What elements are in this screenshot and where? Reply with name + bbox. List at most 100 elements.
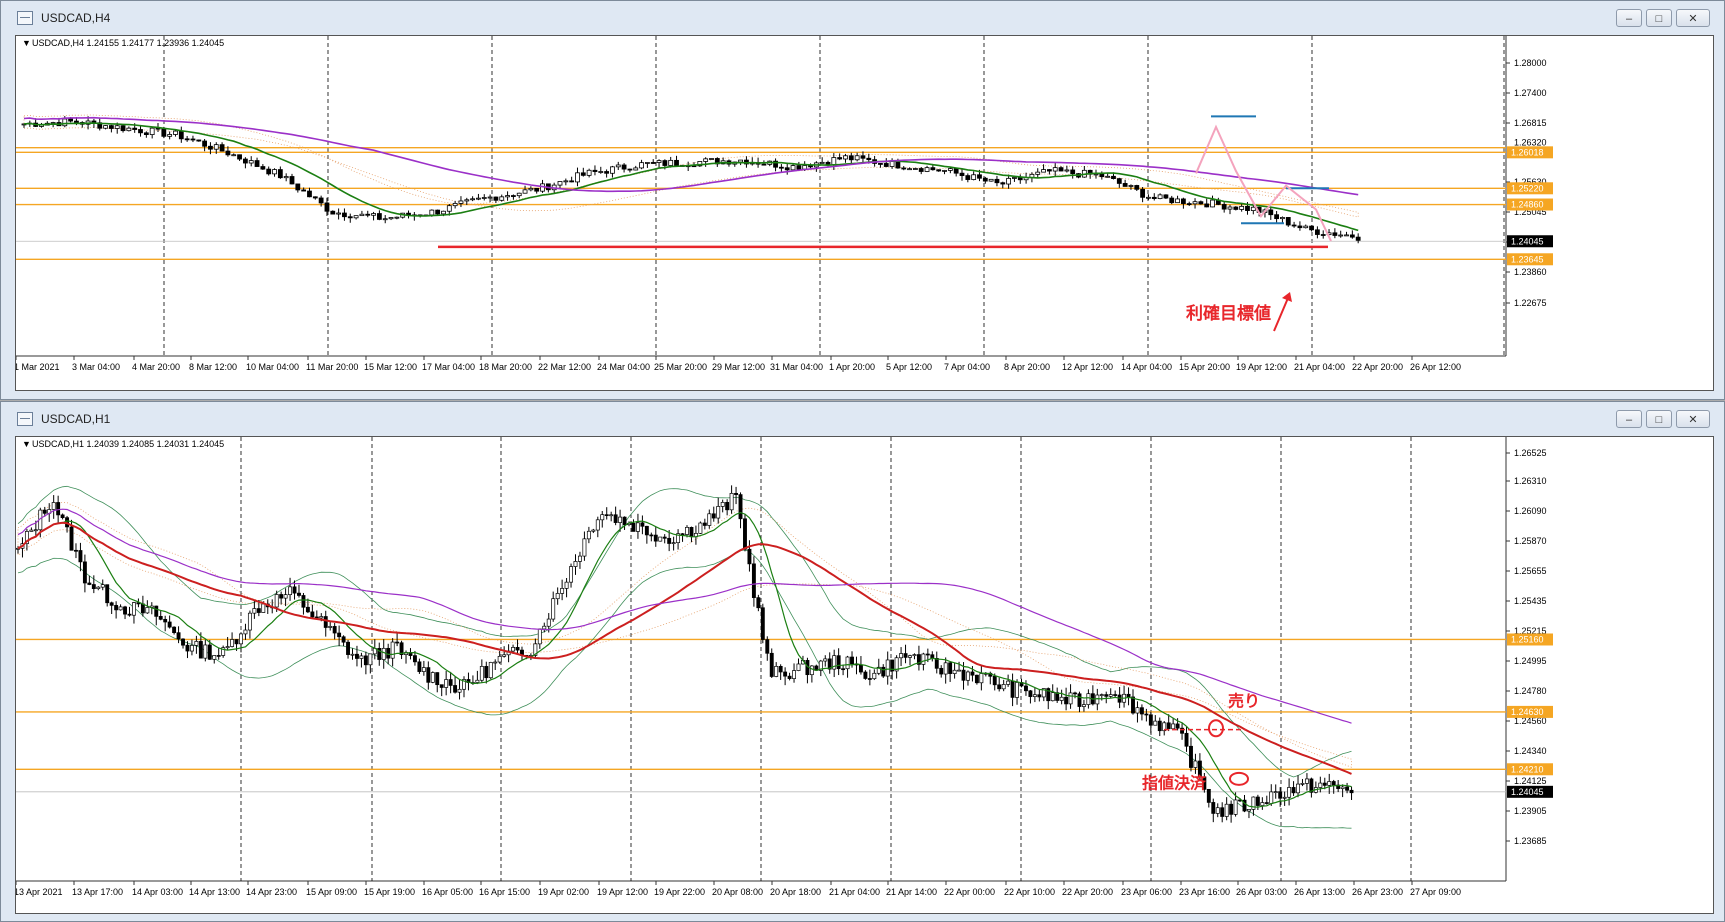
time-tick-label: 22 Apr 20:00 — [1062, 887, 1113, 897]
close-button[interactable]: ✕ — [1676, 410, 1710, 428]
candle-body — [942, 170, 947, 172]
candle-body — [51, 502, 56, 510]
time-tick-label: 12 Apr 12:00 — [1062, 362, 1113, 372]
candle-body — [1163, 194, 1169, 199]
price-chart-h1[interactable]: ▼ USDCAD,H1 1.24039 1.24085 1.24031 1.240… — [15, 436, 1714, 914]
candle-body — [60, 514, 65, 519]
time-tick-label: 20 Apr 08:00 — [712, 887, 763, 897]
candle-body — [78, 550, 83, 563]
time-tick-label: 21 Apr 04:00 — [829, 887, 880, 897]
candle-body — [522, 189, 528, 194]
chart-canvas[interactable]: ▼ USDCAD,H1 1.24039 1.24085 1.24031 1.240… — [16, 437, 1714, 914]
price-chart-h4[interactable]: ▼ USDCAD,H4 1.24155 1.24177 1.23936 1.240… — [15, 35, 1714, 391]
candle-body — [435, 209, 441, 215]
candle-body — [1247, 809, 1251, 812]
header-dropdown-icon: ▼ — [22, 439, 31, 449]
candle-body — [698, 522, 703, 534]
candle-body — [493, 661, 498, 664]
maximize-button[interactable]: □ — [1646, 410, 1672, 428]
candle-body — [242, 158, 248, 164]
price-tick-label: 1.23905 — [1514, 806, 1547, 816]
candle-body — [703, 158, 709, 162]
candle-body — [621, 164, 627, 170]
candle-body — [711, 513, 716, 519]
time-tick-label: 25 Mar 20:00 — [654, 362, 707, 372]
candle-body — [297, 592, 301, 596]
candle-body — [1220, 807, 1225, 817]
chart-window-h4[interactable]: USDCAD,H4 – □ ✕ ▼ USDCAD,H4 1.24155 1.241… — [0, 0, 1725, 400]
candle-body — [860, 155, 866, 159]
candle-body — [885, 659, 890, 677]
minimize-button[interactable]: – — [1616, 9, 1642, 27]
candle-body — [644, 525, 649, 536]
time-tick-label: 10 Mar 04:00 — [246, 362, 299, 372]
time-tick-label: 23 Apr 16:00 — [1179, 887, 1230, 897]
candle-body — [1064, 696, 1069, 705]
bollinger-upper — [17, 485, 1352, 778]
candle-body — [841, 668, 846, 671]
candle-body — [158, 616, 163, 620]
window-titlebar[interactable]: USDCAD,H1 – □ ✕ — [1, 402, 1724, 436]
candle-body — [234, 639, 239, 645]
candle-body — [1291, 224, 1297, 227]
candle-body — [163, 618, 168, 623]
candle-body — [924, 167, 930, 172]
candle-body — [662, 536, 667, 539]
candle-body — [1151, 196, 1157, 199]
candle-body — [1189, 745, 1193, 768]
candle-body — [359, 655, 364, 659]
candle-body — [903, 653, 908, 658]
candle-body — [149, 127, 155, 136]
candle-body — [1345, 786, 1350, 791]
candle-body — [82, 561, 87, 584]
candle-body — [939, 667, 944, 675]
time-tick-label: 13 Apr 2021 — [16, 887, 63, 897]
candle-body — [863, 671, 868, 679]
candle-body — [458, 200, 464, 204]
time-tick-label: 13 Apr 17:00 — [72, 887, 123, 897]
window-titlebar[interactable]: USDCAD,H4 – □ ✕ — [1, 1, 1724, 35]
minimize-button[interactable]: – — [1616, 410, 1642, 428]
candle-body — [994, 178, 1000, 184]
price-marker-label: 1.24210 — [1511, 764, 1544, 774]
time-tick-label: 26 Apr 23:00 — [1352, 887, 1403, 897]
candle-body — [140, 603, 145, 614]
candle-body — [1105, 175, 1111, 178]
time-tick-label: 7 Apr 04:00 — [944, 362, 990, 372]
candle-body — [668, 159, 674, 166]
time-tick-label: 27 Apr 09:00 — [1410, 887, 1461, 897]
price-marker-label: 1.24045 — [1511, 787, 1544, 797]
candle-body — [1245, 205, 1250, 211]
chart-canvas[interactable]: ▼ USDCAD,H4 1.24155 1.24177 1.23936 1.240… — [16, 36, 1714, 391]
candle-body — [184, 138, 190, 141]
candle-body — [609, 514, 614, 517]
candle-body — [1332, 232, 1338, 236]
chart-window-h1[interactable]: USDCAD,H1 – □ ✕ ▼ USDCAD,H1 1.24039 1.240… — [0, 401, 1725, 922]
candle-body — [29, 529, 34, 532]
candle-body — [1255, 796, 1260, 806]
candle-body — [1046, 169, 1052, 172]
maximize-button[interactable]: □ — [1646, 9, 1672, 27]
candle-body — [867, 678, 872, 680]
candle-body — [347, 216, 353, 219]
time-tick-label: 26 Apr 03:00 — [1236, 887, 1287, 897]
candle-body — [819, 161, 825, 164]
candle-body — [743, 518, 747, 550]
candle-body — [947, 168, 953, 171]
candle-body — [261, 603, 266, 613]
candle-body — [355, 653, 359, 659]
candle-body — [1144, 713, 1149, 716]
candle-body — [961, 669, 966, 681]
candle-body — [1128, 185, 1134, 187]
price-tick-label: 1.25870 — [1514, 536, 1547, 546]
header-dropdown-icon: ▼ — [22, 38, 31, 48]
close-button[interactable]: ✕ — [1676, 9, 1710, 27]
candle-body — [725, 502, 730, 511]
candle-body — [305, 606, 310, 613]
candle-body — [850, 656, 854, 665]
candle-body — [279, 594, 284, 599]
candle-body — [74, 549, 78, 552]
candle-body — [1099, 173, 1105, 178]
candle-body — [582, 538, 587, 557]
window-title: USDCAD,H1 — [41, 412, 111, 426]
